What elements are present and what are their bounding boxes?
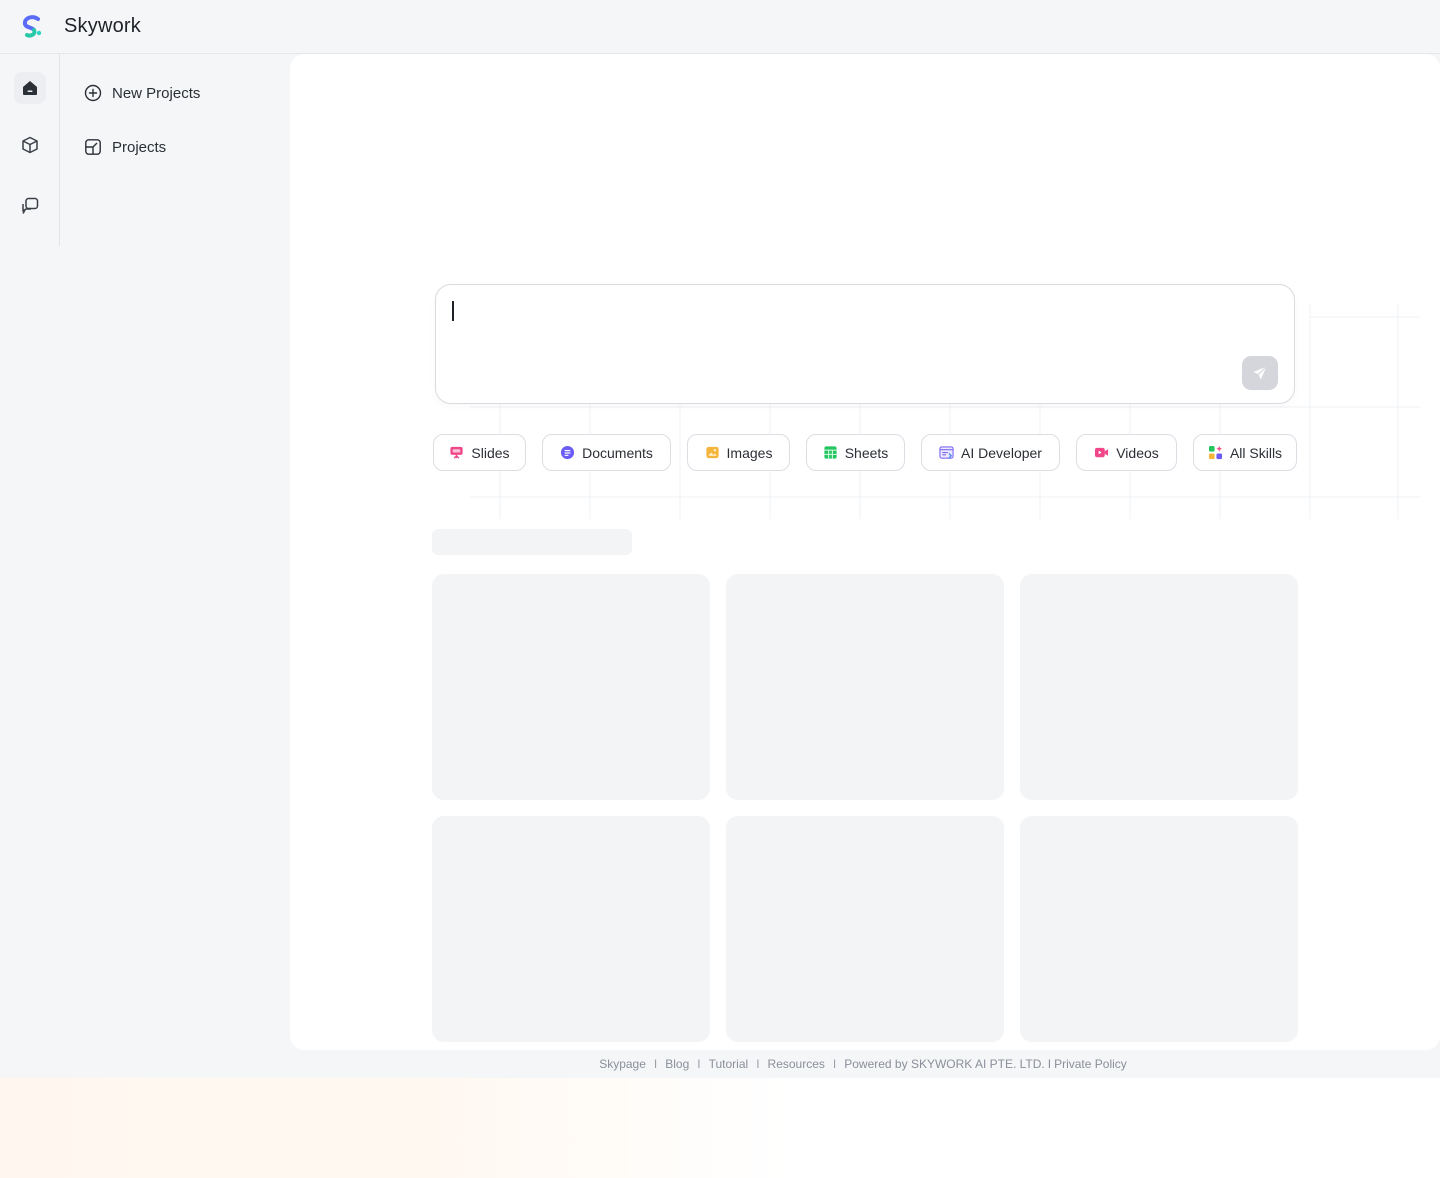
skill-chip-documents[interactable]: Documents (542, 434, 671, 471)
skill-chip-label: AI Developer (961, 444, 1042, 461)
footer-link-tutorial[interactable]: Tutorial (709, 1057, 749, 1071)
footer-separator: I (832, 1057, 837, 1071)
top-bar: Skywork (0, 0, 1440, 54)
videos-icon (1095, 447, 1109, 458)
skill-chip-label: Videos (1116, 444, 1159, 461)
skill-chip-label: Slides (471, 444, 510, 461)
skill-chip-slides[interactable]: Slides (433, 434, 526, 471)
prompt-input[interactable] (452, 299, 1232, 359)
cube-icon (22, 136, 38, 154)
skill-chip-label: All Skills (1229, 444, 1283, 461)
sheets-icon (824, 446, 837, 459)
documents-icon (561, 445, 575, 460)
skill-chip-label: Documents (582, 444, 653, 461)
brand-name: Skywork (64, 15, 141, 37)
rail-home-button[interactable] (14, 72, 46, 104)
rail-chat-button[interactable] (14, 190, 46, 222)
send-icon (1253, 366, 1267, 380)
skill-chip-videos[interactable]: Videos (1076, 434, 1177, 471)
skill-chip-label: Images (726, 444, 773, 461)
sidebar-item-label: New Projects (112, 84, 201, 102)
skywork-logo-icon[interactable] (18, 13, 46, 41)
bottom-gradient (0, 1078, 1440, 1178)
footer-separator: I (697, 1057, 701, 1071)
home-icon (23, 81, 37, 95)
sidebar-item-projects[interactable]: Projects (84, 135, 166, 159)
project-card-skeleton[interactable] (1020, 574, 1298, 800)
project-card-skeleton[interactable] (432, 816, 710, 1042)
sidebar-item-label: Projects (112, 138, 167, 156)
footer-link-privacy[interactable]: Private Policy (1054, 1057, 1127, 1071)
slides-icon (450, 446, 464, 459)
rail-cube-button[interactable] (14, 129, 46, 161)
skill-chip-sheets[interactable]: Sheets (806, 434, 905, 471)
all-skills-icon (1208, 445, 1222, 460)
footer-separator: I (1047, 1057, 1052, 1071)
footer-link-skypage[interactable]: Skypage (599, 1057, 646, 1071)
ai-developer-icon (939, 446, 954, 459)
icon-rail (0, 54, 60, 246)
footer-separator: I (756, 1057, 760, 1071)
chat-icon (22, 197, 39, 214)
project-card-skeleton[interactable] (432, 574, 710, 800)
project-card-skeleton[interactable] (1020, 816, 1298, 1042)
images-icon (705, 446, 719, 459)
footer-link-blog[interactable]: Blog (665, 1057, 689, 1071)
send-button[interactable] (1242, 356, 1278, 390)
projects-icon (85, 139, 101, 155)
main-panel: Slides Documents Images Sheets AI Develo… (290, 54, 1440, 1050)
footer-separator: I (653, 1057, 658, 1071)
footer-link-resources[interactable]: Resources (768, 1057, 825, 1071)
skill-chip-label: Sheets (844, 444, 889, 461)
plus-circle-icon (84, 84, 102, 102)
skill-chip-images[interactable]: Images (687, 434, 790, 471)
skill-chip-all-skills[interactable]: All Skills (1193, 434, 1297, 471)
section-title-skeleton (432, 529, 632, 555)
prompt-box (435, 284, 1295, 404)
project-card-skeleton[interactable] (726, 816, 1004, 1042)
text-caret (452, 301, 454, 321)
sidebar-item-new-projects[interactable]: New Projects (84, 81, 200, 105)
skill-chip-ai-developer[interactable]: AI Developer (921, 434, 1060, 471)
footer: Skypage I Blog I Tutorial I Resources I … (0, 1050, 1440, 1078)
project-card-skeleton[interactable] (726, 574, 1004, 800)
footer-powered-by: Powered by SKYWORK AI PTE. LTD. (844, 1057, 1045, 1071)
